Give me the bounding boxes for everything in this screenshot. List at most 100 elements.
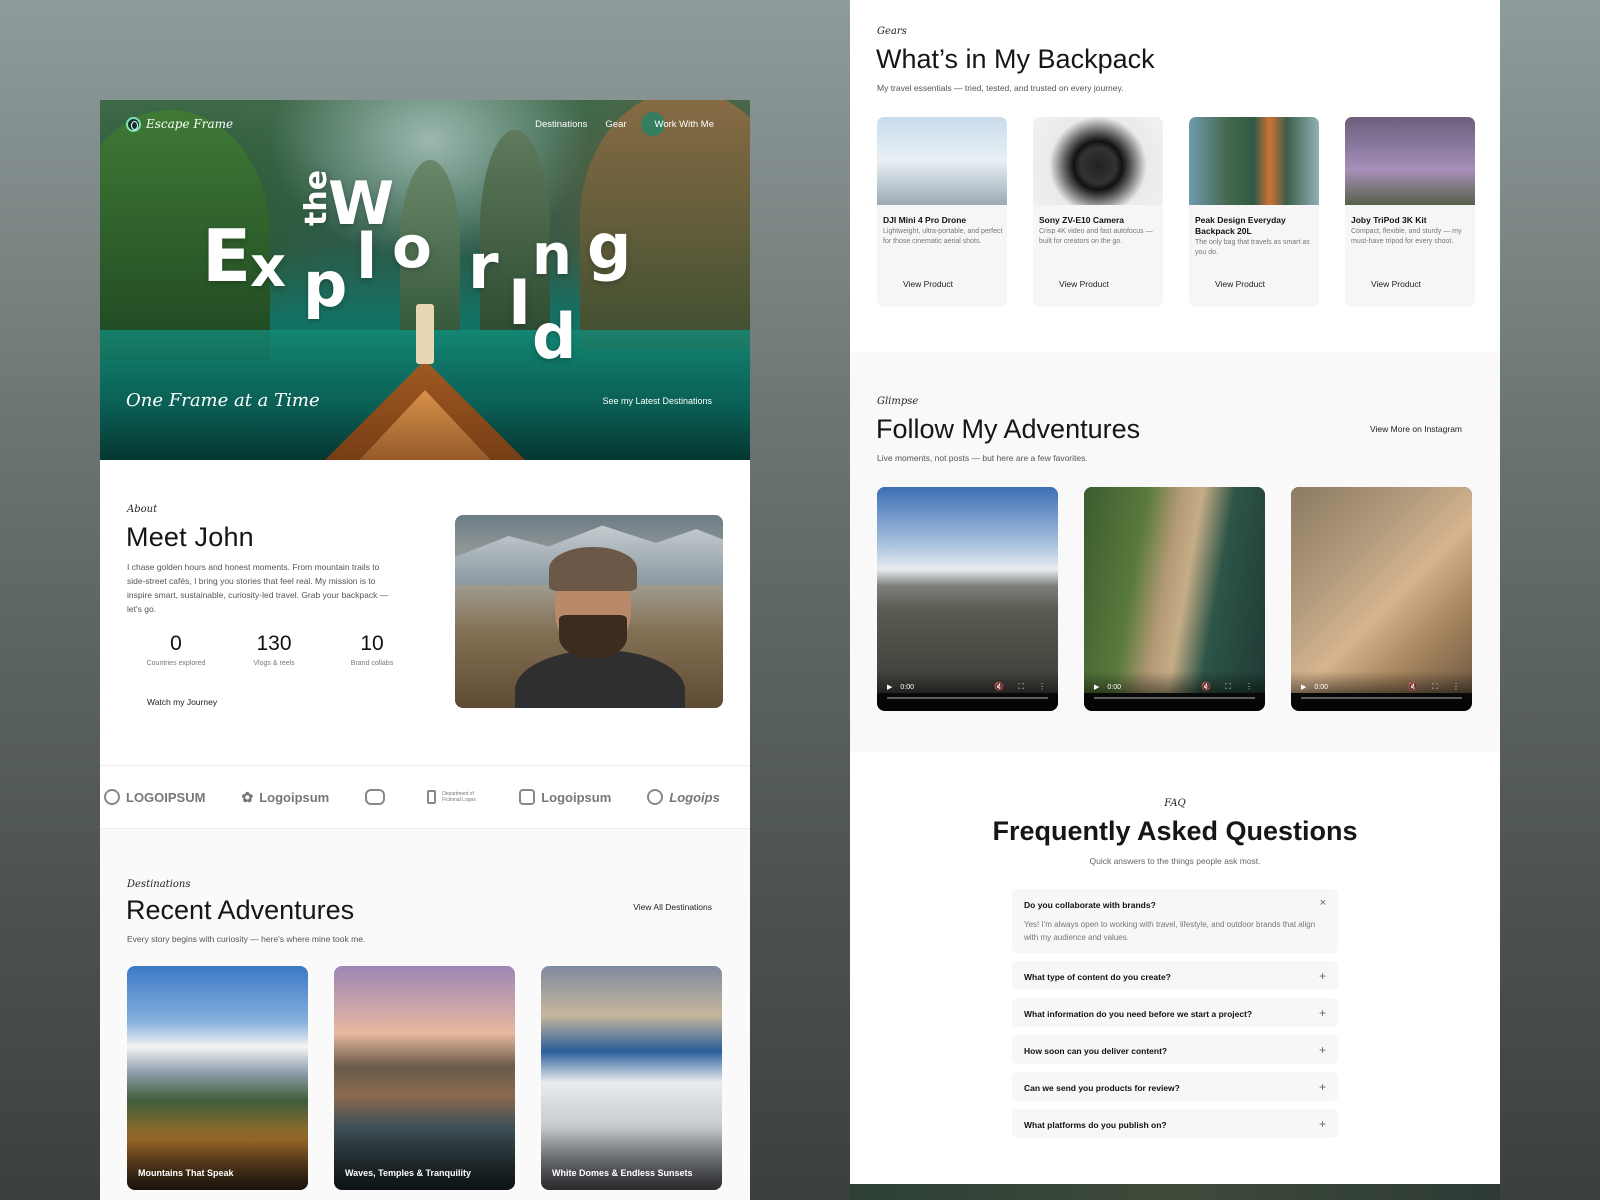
watch-journey-button[interactable]: Watch my Journey <box>137 697 217 707</box>
recent-title: Recent Adventures <box>126 895 355 925</box>
faq-item[interactable]: What type of content do you create? + <box>1012 961 1338 990</box>
more-icon[interactable]: ⋮ <box>1452 682 1460 692</box>
faq-question: Do you collaborate with brands? <box>1024 900 1156 910</box>
view-all-destinations-button[interactable]: View All Destinations <box>623 902 712 912</box>
faq-question: How soon can you deliver content? <box>1024 1046 1168 1056</box>
play-icon[interactable]: ▶ <box>887 683 892 691</box>
mute-icon[interactable]: 🔇 <box>1201 682 1211 692</box>
hero-letter: r <box>468 230 499 303</box>
gears-eyebrow: Gears <box>877 26 907 37</box>
hero-letter: d <box>532 300 577 373</box>
faq-question: What type of content do you create? <box>1024 972 1171 982</box>
footer-image-strip <box>850 1184 1500 1200</box>
product-card-camera[interactable]: Sony ZV-E10 Camera Crisp 4K video and fa… <box>1033 117 1163 307</box>
destination-caption: White Domes & Endless Sunsets <box>552 1168 693 1178</box>
hero-letter-o: o <box>392 213 432 281</box>
more-icon[interactable]: ⋮ <box>1245 682 1253 692</box>
faq-item-open[interactable]: Do you collaborate with brands? × Yes! I… <box>1012 889 1338 953</box>
stat-collabs: 10 Brand collabs <box>323 632 421 667</box>
faq-item[interactable]: What information do you need before we s… <box>1012 998 1338 1027</box>
logo-strip: LOGOIPSUM ✿ Logoipsum Department of Ficti… <box>100 765 750 829</box>
logo-text: Department of Fictional Logos <box>442 791 476 803</box>
product-card-tripod[interactable]: Joby TriPod 3K Kit Compact, flexible, an… <box>1345 117 1475 307</box>
logo-text: Logoipsum <box>259 789 330 805</box>
video-player[interactable]: ▶ 0:00 🔇 ⛶ ⋮ <box>877 487 1058 711</box>
plus-icon[interactable]: + <box>1319 1117 1326 1131</box>
stat-value: 10 <box>360 632 384 655</box>
more-icon[interactable]: ⋮ <box>1038 682 1046 692</box>
fullscreen-icon[interactable]: ⛶ <box>1432 682 1438 692</box>
stat-value: 130 <box>256 632 292 655</box>
tripod-image <box>1345 117 1475 205</box>
hero-letter: l <box>356 220 378 293</box>
faq-question: What information do you need before we s… <box>1024 1009 1253 1019</box>
video-progress[interactable] <box>887 697 1048 699</box>
video-controls: ▶ 0:00 <box>887 683 914 692</box>
plus-icon[interactable]: + <box>1319 1043 1326 1057</box>
recent-subtitle: Every story begins with curiosity — here… <box>127 934 366 944</box>
mute-icon[interactable]: 🔇 <box>1408 682 1418 692</box>
right-page: Gears What’s in My Backpack My travel es… <box>850 0 1500 1200</box>
card-shade <box>334 1130 515 1190</box>
logo-text: Logoipsum <box>541 789 612 805</box>
video-thumbnail <box>877 487 1058 693</box>
video-player[interactable]: ▶ 0:00 🔇 ⛶ ⋮ <box>1084 487 1265 711</box>
play-icon[interactable]: ▶ <box>1094 683 1099 691</box>
view-instagram-button[interactable]: View More on Instagram <box>1360 424 1462 434</box>
hero-letter: p <box>303 248 348 321</box>
video-thumbnail <box>1291 487 1472 693</box>
partner-logo: LOGOIPSUM <box>104 789 205 805</box>
glimpse-title: Follow My Adventures <box>876 414 1141 444</box>
destination-card[interactable]: Mountains That Speak <box>127 966 308 1190</box>
faq-item[interactable]: What platforms do you publish on? + <box>1012 1109 1338 1138</box>
faq-question: Can we send you products for review? <box>1024 1083 1180 1093</box>
backpack-image <box>1189 117 1319 205</box>
destination-caption: Waves, Temples & Tranquility <box>345 1168 472 1178</box>
glimpse-subtitle: Live moments, not posts — but here are a… <box>877 453 1088 463</box>
video-player[interactable]: ▶ 0:00 🔇 ⛶ ⋮ <box>1291 487 1472 711</box>
close-icon[interactable]: × <box>1320 897 1326 909</box>
plus-icon[interactable]: + <box>1319 1006 1326 1020</box>
mute-icon[interactable]: 🔇 <box>994 682 1004 692</box>
product-desc: The only bag that travels as smart as yo… <box>1195 239 1310 256</box>
partner-logo: ✿ Logoipsum <box>241 789 329 806</box>
destination-card[interactable]: White Domes & Endless Sunsets <box>541 966 722 1190</box>
product-name: Peak Design Everyday Backpack 20L <box>1195 215 1286 236</box>
hero-section: Escape Frame Destinations Gear Work With… <box>100 100 750 460</box>
camera-image <box>1033 117 1163 205</box>
faq-section: FAQ Frequently Asked Questions Quick ans… <box>850 752 1500 1200</box>
stat-countries: 0 Countries explored <box>127 632 225 667</box>
gears-subtitle: My travel essentials — tried, tested, an… <box>877 83 1124 93</box>
view-product-button[interactable]: View Product <box>1049 279 1109 289</box>
fullscreen-icon[interactable]: ⛶ <box>1225 682 1231 692</box>
video-progress[interactable] <box>1301 697 1462 699</box>
product-card-backpack[interactable]: Peak Design Everyday Backpack 20L The on… <box>1189 117 1319 307</box>
video-progress[interactable] <box>1094 697 1255 699</box>
faq-item[interactable]: Can we send you products for review? + <box>1012 1072 1338 1101</box>
partner-logo: Logoips <box>647 789 720 805</box>
play-icon[interactable]: ▶ <box>1301 683 1306 691</box>
view-product-button[interactable]: View Product <box>1361 279 1421 289</box>
partner-logo: Logoipsum <box>519 789 611 805</box>
partner-logo <box>365 789 391 805</box>
plus-icon[interactable]: + <box>1319 969 1326 983</box>
nav-work-with-me-button[interactable]: Work With Me <box>645 119 714 130</box>
latest-destinations-button[interactable]: See my Latest Destinations <box>592 396 712 406</box>
partner-logo: Department of Fictional Logos <box>427 790 483 804</box>
view-product-button[interactable]: View Product <box>893 279 953 289</box>
recent-eyebrow: Destinations <box>127 879 191 890</box>
portrait-beard <box>559 615 627 659</box>
fullscreen-icon[interactable]: ⛶ <box>1018 682 1024 692</box>
view-product-button[interactable]: View Product <box>1205 279 1265 289</box>
plus-icon[interactable]: + <box>1319 1080 1326 1094</box>
about-eyebrow: About <box>127 504 158 515</box>
logo-mark-icon <box>104 789 120 805</box>
logo-mark-icon <box>519 789 536 805</box>
product-card-drone[interactable]: DJI Mini 4 Pro Drone Lightweight, ultra-… <box>877 117 1007 307</box>
stat-label: Brand collabs <box>350 660 394 667</box>
glimpse-eyebrow: Glimpse <box>877 396 919 407</box>
faq-item[interactable]: How soon can you deliver content? + <box>1012 1035 1338 1064</box>
product-name: Joby TriPod 3K Kit <box>1351 215 1427 225</box>
recent-adventures-section: Destinations Recent Adventures Every sto… <box>100 829 750 1200</box>
destination-card[interactable]: Waves, Temples & Tranquility <box>334 966 515 1190</box>
